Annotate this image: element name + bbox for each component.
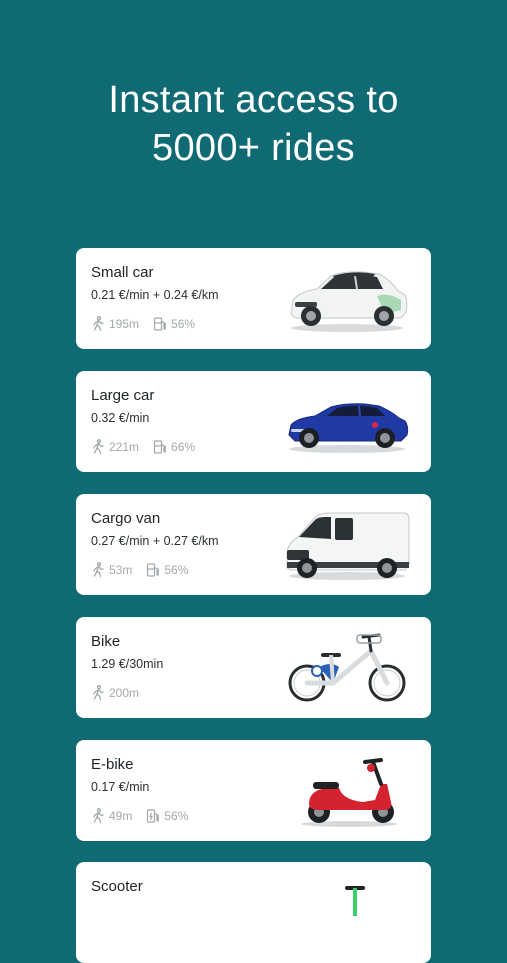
headline-line-1: Instant access to	[108, 79, 399, 121]
vehicle-price: 0.27 €/min + 0.27 €/km	[91, 534, 219, 548]
vehicle-card-large-car[interactable]: Large car 0.32 €/min 221m 66%	[76, 371, 431, 472]
vehicle-price: 0.17 €/min	[91, 780, 150, 794]
vehicle-meta: 49m 56%	[91, 808, 188, 824]
vehicle-title: E-bike	[91, 756, 134, 773]
fuel-level: 66%	[171, 440, 196, 454]
distance: 200m	[109, 686, 140, 700]
vehicle-title: Small car	[91, 264, 154, 281]
walking-icon	[91, 439, 105, 455]
walking-icon	[91, 685, 105, 701]
scooter-icon	[283, 876, 413, 950]
vehicle-title: Bike	[91, 633, 121, 650]
vehicle-card-cargo-van[interactable]: Cargo van 0.27 €/min + 0.27 €/km 53m 56%	[76, 494, 431, 595]
vehicle-title: Large car	[91, 387, 155, 404]
vehicle-meta: 221m 66%	[91, 439, 195, 455]
headline-line-2: 5000+ rides	[152, 127, 355, 169]
fuel-level: 56%	[164, 809, 189, 823]
distance: 49m	[109, 809, 133, 823]
fuel-pump-icon	[153, 439, 167, 455]
vehicle-price: 0.32 €/min	[91, 411, 150, 425]
cargo-van-icon	[283, 508, 413, 582]
vehicle-title: Scooter	[91, 878, 143, 895]
vehicle-meta: 53m 56%	[91, 562, 188, 578]
charge-icon	[146, 808, 160, 824]
fuel-pump-icon	[146, 562, 160, 578]
distance: 53m	[109, 563, 133, 577]
vehicle-title: Cargo van	[91, 510, 161, 527]
large-car-icon	[283, 385, 413, 459]
bike-icon	[283, 631, 413, 705]
vehicle-meta: 200m	[91, 685, 139, 701]
e-bike-icon	[283, 754, 413, 828]
vehicle-price: 0.21 €/min + 0.24 €/km	[91, 288, 219, 302]
fuel-level: 56%	[164, 563, 189, 577]
distance: 221m	[109, 440, 140, 454]
fuel-pump-icon	[153, 316, 167, 332]
vehicle-meta: 195m 56%	[91, 316, 195, 332]
distance: 195m	[109, 317, 140, 331]
vehicle-card-scooter[interactable]: Scooter	[76, 862, 431, 963]
vehicle-card-e-bike[interactable]: E-bike 0.17 €/min 49m 56%	[76, 740, 431, 841]
vehicle-price: 1.29 €/30min	[91, 657, 164, 671]
headline: Instant access to 5000+ rides	[0, 76, 507, 172]
walking-icon	[91, 562, 105, 578]
small-car-icon	[283, 262, 413, 336]
walking-icon	[91, 808, 105, 824]
fuel-level: 56%	[171, 317, 196, 331]
vehicle-card-small-car[interactable]: Small car 0.21 €/min + 0.24 €/km 195m 56…	[76, 248, 431, 349]
walking-icon	[91, 316, 105, 332]
vehicle-card-bike[interactable]: Bike 1.29 €/30min 200m	[76, 617, 431, 718]
